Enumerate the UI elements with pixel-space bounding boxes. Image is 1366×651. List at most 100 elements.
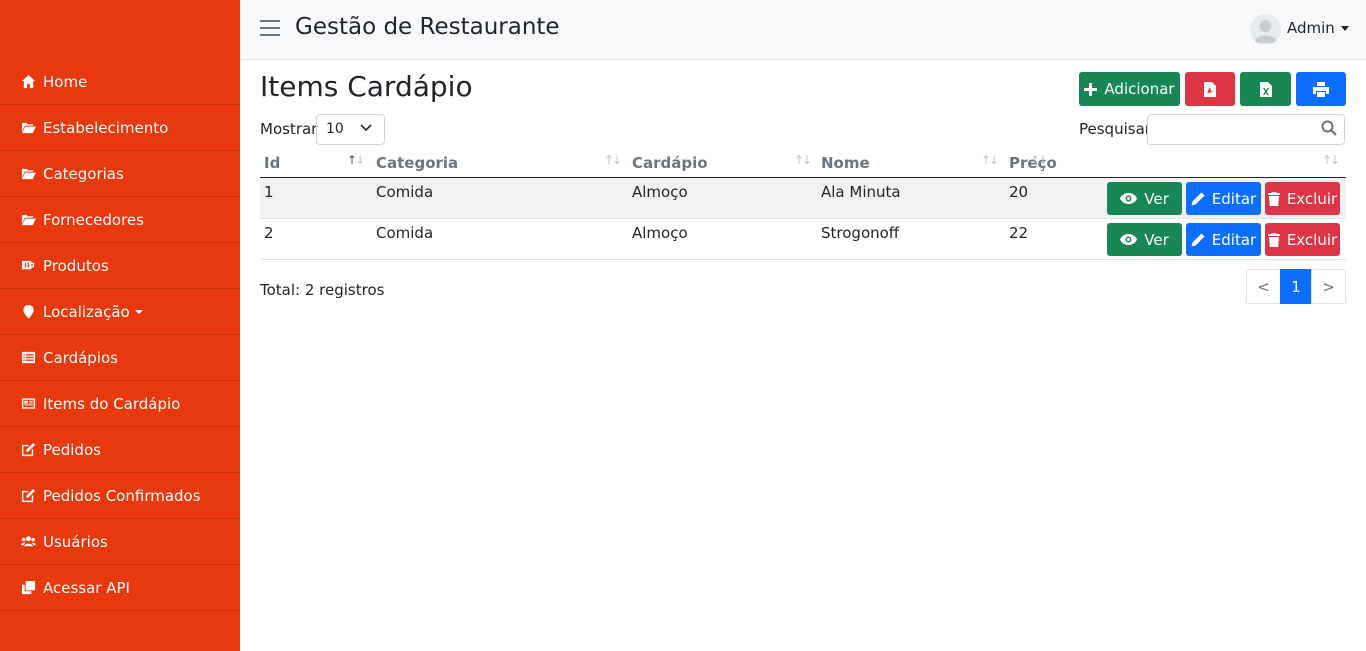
sidebar-item-label: Pedidos Confirmados: [43, 486, 201, 505]
search-input[interactable]: [1147, 114, 1345, 145]
sidebar-item-categorias[interactable]: Categorias: [0, 151, 240, 197]
sidebar-item-label: Produtos: [43, 256, 109, 275]
sort-asc-icon: ↑↓: [347, 153, 365, 167]
page-title: Items Cardápio: [260, 70, 473, 103]
chevron-down-icon: [360, 124, 372, 132]
cell-nome: Strogonoff: [821, 224, 900, 242]
total-records: Total: 2 registros: [260, 281, 385, 299]
plus-icon: [1084, 82, 1098, 96]
view-button-label: Ver: [1144, 189, 1169, 208]
sort-icon: ↑↓: [981, 153, 999, 167]
sort-icon: ↑↓: [794, 153, 812, 167]
export-excel-button[interactable]: [1240, 72, 1291, 106]
sidebar-item-label: Localização: [43, 302, 130, 321]
sidebar-item-label: Items do Cardápio: [43, 394, 181, 413]
cell-preco: 22: [1009, 224, 1029, 242]
edit-button-label: Editar: [1211, 230, 1257, 249]
sidebar-item-acessar-api[interactable]: Acessar API: [0, 565, 240, 611]
avatar[interactable]: [1250, 14, 1281, 45]
edit-button[interactable]: Editar: [1186, 223, 1261, 256]
pagination-prev[interactable]: <: [1246, 269, 1281, 304]
delete-button-label: Excluir: [1286, 189, 1338, 208]
edit-icon: [20, 488, 36, 504]
sidebar-item-label: Usuários: [43, 532, 108, 551]
delete-button[interactable]: Excluir: [1265, 182, 1340, 215]
pencil-icon: [1191, 233, 1205, 246]
users-icon: [20, 534, 36, 550]
sidebar-item-label: Pedidos: [43, 440, 101, 459]
table-row: 2 Comida Almoço Strogonoff 22 Ver Editar…: [260, 219, 1346, 260]
page-size-label: Mostrar: [260, 120, 318, 138]
column-header-categoria[interactable]: Categoria: [376, 154, 458, 172]
page-size-value: 10: [326, 121, 344, 137]
cell-categoria: Comida: [376, 224, 434, 242]
edit-button-label: Editar: [1211, 189, 1257, 208]
add-button[interactable]: Adicionar: [1079, 72, 1180, 106]
menu-toggle-icon[interactable]: [260, 20, 280, 38]
sidebar-item-estabelecimento[interactable]: Estabelecimento: [0, 105, 240, 151]
export-pdf-button[interactable]: [1185, 72, 1235, 106]
sidebar: Home Estabelecimento Categorias Forneced…: [0, 0, 240, 651]
sidebar-item-home[interactable]: Home: [0, 59, 240, 105]
sidebar-item-label: Categorias: [43, 164, 124, 183]
page-size-select[interactable]: 10: [316, 114, 385, 145]
pagination-page-1[interactable]: 1: [1280, 269, 1312, 304]
cell-preco: 20: [1009, 183, 1029, 201]
eye-icon: [1120, 193, 1138, 204]
trash-icon: [1267, 232, 1280, 247]
cell-id: 1: [264, 183, 274, 201]
sidebar-item-label: Cardápios: [43, 348, 118, 367]
trash-icon: [1267, 191, 1280, 206]
print-icon: [1313, 81, 1329, 97]
clone-icon: [20, 580, 36, 596]
cell-id: 2: [264, 224, 274, 242]
file-pdf-icon: [1204, 81, 1216, 97]
sidebar-item-localizacao[interactable]: Localização: [0, 289, 240, 335]
cell-cardapio: Almoço: [632, 224, 688, 242]
top-navbar: Gestão de Restaurante Admin: [240, 0, 1366, 60]
column-header-cardapio[interactable]: Cardápio: [632, 154, 708, 172]
map-marker-icon: [20, 304, 36, 320]
sidebar-item-pedidos-confirmados[interactable]: Pedidos Confirmados: [0, 473, 240, 519]
cell-nome: Ala Minuta: [821, 183, 901, 201]
sort-icon: ↑↓: [1030, 153, 1048, 167]
mug-icon: [20, 258, 36, 274]
search-icon[interactable]: [1321, 120, 1337, 136]
list-alt-icon: [20, 350, 36, 366]
folder-open-icon: [20, 212, 36, 228]
cell-categoria: Comida: [376, 183, 434, 201]
sort-icon: ↑↓: [604, 153, 622, 167]
sidebar-item-label: Fornecedores: [43, 210, 144, 229]
user-name: Admin: [1287, 19, 1335, 37]
sidebar-item-cardapios[interactable]: Cardápios: [0, 335, 240, 381]
delete-button-label: Excluir: [1286, 230, 1338, 249]
table-row: 1 Comida Almoço Ala Minuta 20 Ver Editar…: [260, 178, 1346, 219]
pagination-next[interactable]: >: [1311, 269, 1346, 304]
home-icon: [20, 74, 36, 90]
add-button-label: Adicionar: [1104, 80, 1175, 98]
view-button[interactable]: Ver: [1107, 182, 1182, 215]
sidebar-item-label: Estabelecimento: [43, 118, 169, 137]
column-header-nome[interactable]: Nome: [821, 154, 870, 172]
folder-open-icon: [20, 120, 36, 136]
sidebar-item-label: Home: [43, 72, 88, 91]
file-excel-icon: [1259, 81, 1272, 97]
user-menu[interactable]: Admin: [1287, 19, 1349, 37]
app-title: Gestão de Restaurante: [295, 14, 560, 40]
delete-button[interactable]: Excluir: [1265, 223, 1340, 256]
eye-icon: [1120, 234, 1138, 245]
column-header-id[interactable]: Id: [264, 154, 280, 172]
search-label: Pesquisar: [1079, 120, 1151, 138]
view-button[interactable]: Ver: [1107, 223, 1182, 256]
print-button[interactable]: [1296, 72, 1346, 106]
sidebar-item-produtos[interactable]: Produtos: [0, 243, 240, 289]
edit-button[interactable]: Editar: [1186, 182, 1261, 215]
sort-icon: ↑↓: [1322, 153, 1340, 167]
pencil-icon: [1191, 192, 1205, 205]
sidebar-item-pedidos[interactable]: Pedidos: [0, 427, 240, 473]
newspaper-icon: [20, 396, 36, 412]
chevron-down-icon: [134, 309, 143, 314]
sidebar-item-usuarios[interactable]: Usuários: [0, 519, 240, 565]
sidebar-item-fornecedores[interactable]: Fornecedores: [0, 197, 240, 243]
sidebar-item-items-do-cardapio[interactable]: Items do Cardápio: [0, 381, 240, 427]
